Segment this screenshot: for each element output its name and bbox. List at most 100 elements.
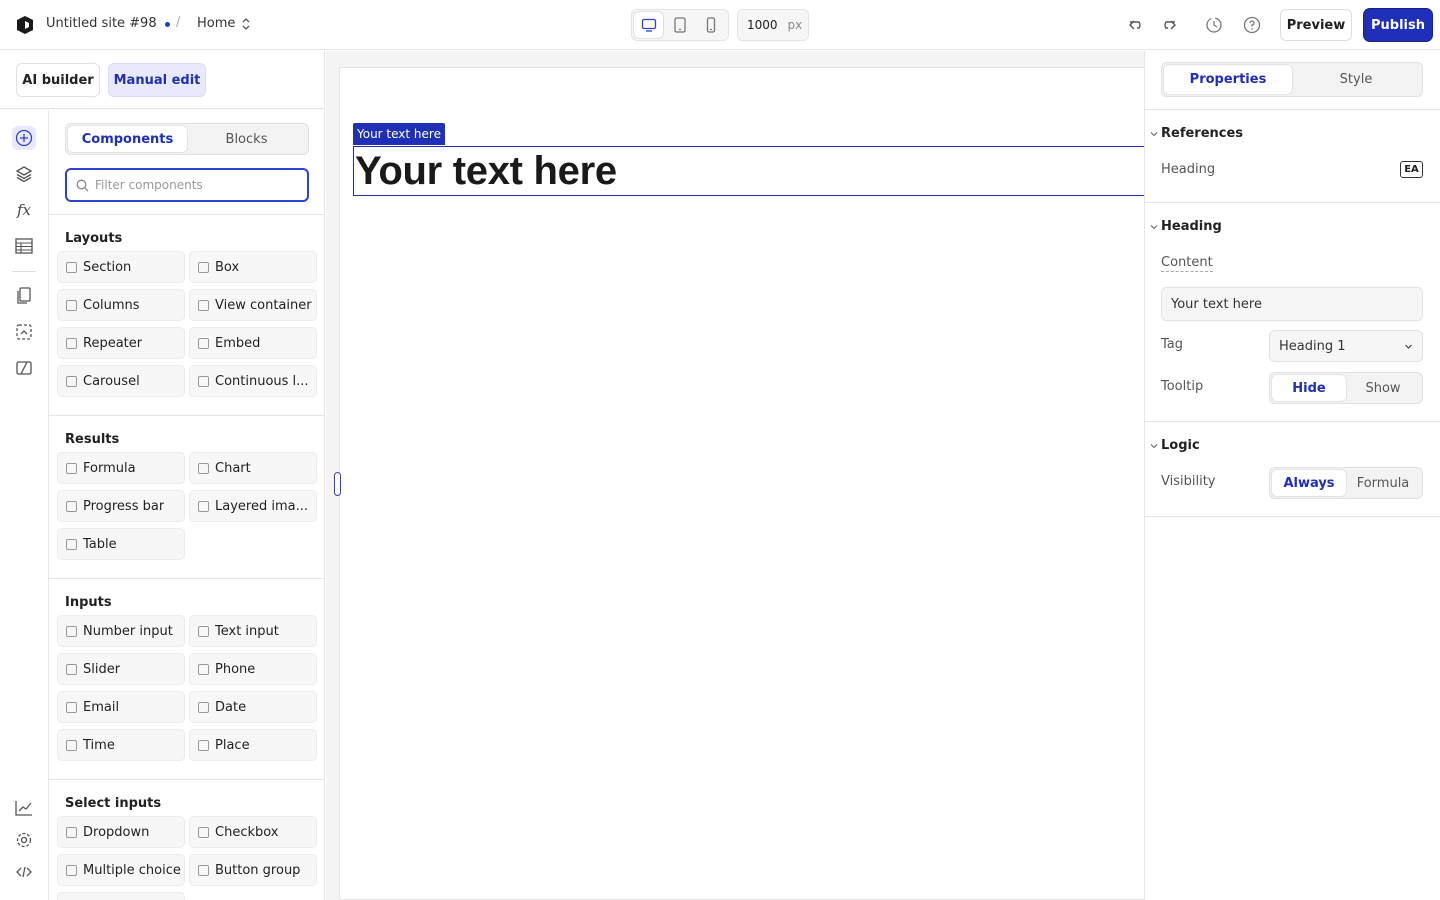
site-name[interactable]: Untitled site #98: [46, 16, 157, 31]
dropdown-icon: [66, 826, 77, 838]
tag-select[interactable]: Heading 1: [1269, 330, 1423, 362]
component-repeater[interactable]: Repeater: [57, 327, 185, 359]
references-title[interactable]: References: [1161, 126, 1243, 141]
logic-section-title[interactable]: Logic: [1161, 438, 1200, 453]
mobile-view-button[interactable]: [697, 12, 726, 38]
table-icon: [66, 538, 77, 550]
component-view-container[interactable]: View container: [189, 289, 317, 321]
component-checkbox[interactable]: Checkbox: [189, 816, 317, 848]
page-selector[interactable]: Home: [197, 16, 251, 31]
inspector-divider: [1145, 421, 1440, 422]
component-date[interactable]: Date: [189, 691, 317, 723]
component-chart[interactable]: Chart: [189, 452, 317, 484]
selection-tag[interactable]: Your text here: [353, 123, 445, 145]
pages-icon[interactable]: [12, 284, 36, 308]
component-email[interactable]: Email: [57, 691, 185, 723]
content-field[interactable]: Your text here: [1161, 287, 1423, 321]
content-label[interactable]: Content: [1161, 255, 1213, 272]
tab-blocks[interactable]: Blocks: [187, 126, 306, 152]
updown-chevron-icon: [242, 17, 250, 30]
app-logo-icon[interactable]: [14, 14, 36, 36]
reference-badge[interactable]: EA: [1400, 161, 1423, 178]
theme-icon[interactable]: [12, 356, 36, 380]
tooltip-hide-option[interactable]: Hide: [1272, 375, 1346, 401]
repeater-icon: [66, 337, 77, 349]
component-place[interactable]: Place: [189, 729, 317, 761]
component-continuous-loop[interactable]: Continuous l...: [189, 365, 317, 397]
ai-builder-button[interactable]: AI builder: [16, 63, 100, 97]
component-number-input[interactable]: Number input: [57, 615, 185, 647]
group-divider: [49, 578, 324, 579]
box-icon: [198, 261, 209, 273]
filter-components-field[interactable]: [65, 168, 309, 202]
columns-icon: [66, 299, 77, 311]
heading-section-title[interactable]: Heading: [1161, 219, 1222, 234]
history-icon[interactable]: [1204, 15, 1224, 35]
publish-button[interactable]: Publish: [1364, 9, 1432, 41]
component-formula[interactable]: Formula: [57, 452, 185, 484]
component-carousel[interactable]: Carousel: [57, 365, 185, 397]
canvas-width-input[interactable]: 1000 px: [737, 9, 809, 41]
visibility-always-option[interactable]: Always: [1272, 470, 1346, 496]
search-icon: [76, 179, 89, 191]
component-partial[interactable]: [57, 892, 185, 900]
breadcrumb-separator: /: [176, 15, 181, 30]
heading-text[interactable]: Your text here: [354, 149, 617, 194]
chevron-down-icon[interactable]: [1150, 223, 1158, 231]
selected-heading-element[interactable]: Your text here: [353, 146, 1144, 196]
help-icon[interactable]: [1242, 15, 1262, 35]
component-columns[interactable]: Columns: [57, 289, 185, 321]
component-progress-bar[interactable]: Progress bar: [57, 490, 185, 522]
chevron-down-icon[interactable]: [1150, 130, 1158, 138]
canvas-resize-handle[interactable]: [334, 472, 341, 496]
manual-edit-button[interactable]: Manual edit: [108, 63, 206, 97]
component-section[interactable]: Section: [57, 251, 185, 283]
tooltip-show-option[interactable]: Show: [1346, 375, 1420, 401]
component-button-group[interactable]: Button group: [189, 854, 317, 886]
slider-icon: [66, 663, 77, 675]
preview-button[interactable]: Preview: [1280, 9, 1352, 41]
tooltip-toggle: Hide Show: [1269, 372, 1423, 404]
component-layered-image[interactable]: Layered ima...: [189, 490, 317, 522]
chevron-down-icon: [1405, 344, 1412, 349]
layers-icon[interactable]: [12, 162, 36, 186]
settings-icon[interactable]: [12, 828, 36, 852]
tab-style[interactable]: Style: [1292, 65, 1420, 94]
analytics-icon[interactable]: [12, 796, 36, 820]
component-table[interactable]: Table: [57, 528, 185, 560]
component-phone[interactable]: Phone: [189, 653, 317, 685]
layered-image-icon: [198, 500, 209, 512]
undo-icon[interactable]: [1127, 15, 1147, 35]
component-embed[interactable]: Embed: [189, 327, 317, 359]
visibility-formula-option[interactable]: Formula: [1346, 470, 1420, 496]
email-icon: [66, 701, 77, 713]
code-icon[interactable]: [12, 860, 36, 884]
group-divider: [49, 415, 324, 416]
device-switcher: [631, 9, 729, 41]
component-box[interactable]: Box: [189, 251, 317, 283]
group-title-inputs: Inputs: [65, 595, 112, 610]
loop-icon: [198, 375, 209, 387]
component-text-input[interactable]: Text input: [189, 615, 317, 647]
mobile-icon: [707, 17, 716, 33]
formula-icon[interactable]: fx: [12, 198, 36, 222]
tab-properties[interactable]: Properties: [1164, 65, 1292, 94]
references-heading-label: Heading: [1161, 162, 1216, 177]
table-icon[interactable]: [12, 234, 36, 258]
inspector-tabs: Properties Style: [1161, 62, 1423, 97]
component-dropdown[interactable]: Dropdown: [57, 816, 185, 848]
tablet-view-button[interactable]: [665, 12, 694, 38]
chevron-down-icon[interactable]: [1150, 442, 1158, 450]
redo-icon[interactable]: [1158, 15, 1178, 35]
mode-bar: AI builder Manual edit: [0, 51, 325, 109]
tab-components[interactable]: Components: [68, 126, 187, 152]
desktop-view-button[interactable]: [634, 12, 664, 38]
assets-icon[interactable]: [12, 320, 36, 344]
tag-select-value: Heading 1: [1279, 338, 1346, 354]
component-multiple-choice[interactable]: Multiple choice: [57, 854, 185, 886]
add-icon[interactable]: [12, 126, 36, 150]
component-slider[interactable]: Slider: [57, 653, 185, 685]
filter-components-input[interactable]: [95, 178, 295, 192]
component-time[interactable]: Time: [57, 729, 185, 761]
checkbox-icon: [198, 826, 209, 838]
